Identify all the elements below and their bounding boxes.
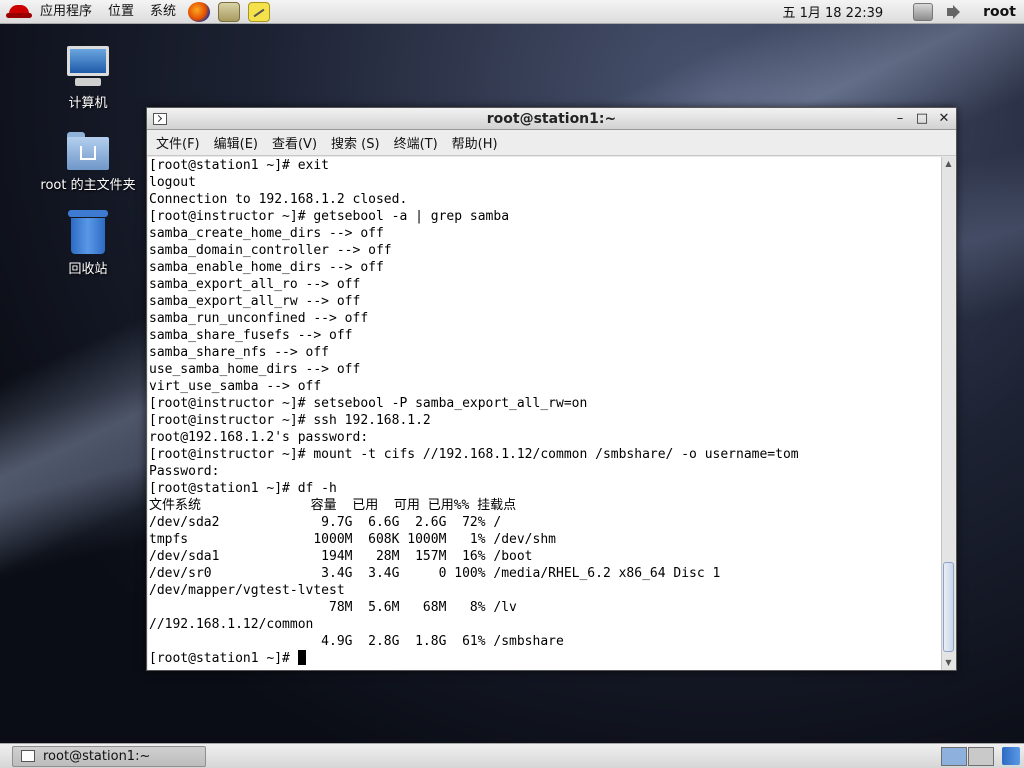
terminal-line: 文件系统 容量 已用 可用 已用%% 挂载点 [149, 498, 517, 513]
workspace-1[interactable] [941, 746, 967, 766]
clock[interactable]: 五 1月 18 22:39 [782, 2, 883, 21]
taskbar-item-label: root@station1:~ [43, 748, 151, 764]
window-title: root@station1:~ [486, 110, 617, 127]
terminal-line: samba_share_nfs --> off [149, 345, 330, 360]
terminal-line: [root@instructor ~]# setsebool -P samba_… [149, 396, 588, 411]
terminal-menubar: 文件(F) 编辑(E) 查看(V) 搜索 (S) 终端(T) 帮助(H) [147, 130, 956, 156]
volume-icon[interactable] [945, 3, 965, 21]
maximize-button[interactable]: □ [914, 111, 930, 127]
terminal-line: root@192.168.1.2's password: [149, 430, 369, 445]
terminal-line: [root@instructor ~]# getsebool -a | grep… [149, 209, 510, 224]
scroll-thumb[interactable] [943, 562, 954, 652]
redhat-logo-icon[interactable] [6, 2, 32, 22]
terminal-window[interactable]: root@station1:~ – □ ✕ 文件(F) 编辑(E) 查看(V) … [146, 107, 957, 671]
top-panel: 应用程序 位置 系统 五 1月 18 22:39 root [0, 0, 1024, 24]
terminal-icon [21, 750, 35, 762]
close-button[interactable]: ✕ [936, 111, 952, 127]
terminal-line: //192.168.1.12/common [149, 617, 314, 632]
terminal-line: samba_share_fusefs --> off [149, 328, 353, 343]
desktop-icon-label: 计算机 [68, 96, 108, 111]
network-icon[interactable] [913, 2, 934, 21]
terminal-line: Password: [149, 464, 220, 479]
terminal-line: [root@station1 ~]# df -h [149, 481, 337, 496]
menu-applications[interactable]: 应用程序 [32, 0, 100, 24]
terminal-line: Connection to 192.168.1.2 closed. [149, 192, 408, 207]
taskbar-item-terminal[interactable]: root@station1:~ [12, 745, 206, 767]
bottom-panel: root@station1:~ [0, 743, 1024, 768]
workspace-switcher[interactable] [940, 746, 1020, 766]
scroll-down-icon[interactable]: ▼ [942, 656, 955, 670]
menu-system[interactable]: 系统 [142, 0, 184, 24]
terminal-line: samba_create_home_dirs --> off [149, 226, 384, 241]
terminal-line: samba_export_all_ro --> off [149, 277, 361, 292]
home-folder-icon [67, 132, 109, 170]
terminal-line: logout [149, 175, 196, 190]
menu-edit[interactable]: 编辑(E) [207, 133, 265, 152]
trash-applet-icon[interactable] [1002, 747, 1020, 765]
window-titlebar[interactable]: root@station1:~ – □ ✕ [147, 108, 956, 130]
computer-icon [65, 46, 111, 88]
terminal-prompt-line[interactable]: [root@station1 ~]# [149, 650, 943, 667]
terminal-output[interactable]: [root@station1 ~]# exit logout Connection … [148, 157, 943, 670]
terminal-line: [root@instructor ~]# ssh 192.168.1.2 [149, 413, 431, 428]
scroll-up-icon[interactable]: ▲ [942, 157, 955, 171]
desktop-icon-home-folder[interactable]: root 的主文件夹 [33, 132, 143, 193]
menu-terminal[interactable]: 终端(T) [387, 133, 445, 152]
minimize-button[interactable]: – [892, 111, 908, 127]
terminal-line: /dev/sda2 9.7G 6.6G 2.6G 72% / [149, 515, 502, 530]
terminal-line: samba_enable_home_dirs --> off [149, 260, 384, 275]
text-cursor [297, 650, 306, 665]
terminal-line: 4.9G 2.8G 1.8G 61% /smbshare [149, 634, 564, 649]
desktop-icon-trash[interactable]: 回收站 [33, 210, 143, 277]
firefox-icon[interactable] [188, 1, 211, 22]
terminal-line: /dev/mapper/vgtest-lvtest [149, 583, 345, 598]
terminal-line: use_samba_home_dirs --> off [149, 362, 361, 377]
terminal-line: samba_domain_controller --> off [149, 243, 392, 258]
user-menu[interactable]: root [983, 4, 1016, 20]
menu-view[interactable]: 查看(V) [265, 133, 324, 152]
terminal-icon[interactable] [153, 112, 167, 125]
vertical-scrollbar[interactable]: ▲ ▼ [941, 157, 955, 670]
terminal-line: 78M 5.6M 68M 8% /lv [149, 600, 517, 615]
desktop-icon-label: 回收站 [68, 262, 108, 277]
menu-help[interactable]: 帮助(H) [445, 133, 505, 152]
terminal-prompt: [root@station1 ~]# [149, 651, 298, 666]
terminal-line: [root@instructor ~]# mount -t cifs //192… [149, 447, 799, 462]
terminal-line: [root@station1 ~]# exit [149, 158, 330, 173]
workspace-2[interactable] [968, 746, 994, 766]
menu-places[interactable]: 位置 [100, 0, 142, 24]
mail-icon[interactable] [218, 1, 241, 22]
terminal-line: virt_use_samba --> off [149, 379, 322, 394]
terminal-line: samba_run_unconfined --> off [149, 311, 369, 326]
menu-search[interactable]: 搜索 (S) [324, 133, 387, 152]
terminal-line: /dev/sr0 3.4G 3.4G 0 100% /media/RHEL_6.… [149, 566, 721, 581]
desktop-icon-computer[interactable]: 计算机 [33, 46, 143, 111]
text-editor-icon[interactable] [248, 1, 271, 22]
terminal-line: /dev/sda1 194M 28M 157M 16% /boot [149, 549, 533, 564]
terminal-line: tmpfs 1000M 608K 1000M 1% /dev/shm [149, 532, 556, 547]
desktop-icon-label: root 的主文件夹 [40, 178, 136, 193]
menu-file[interactable]: 文件(F) [149, 133, 207, 152]
trash-icon [68, 210, 108, 254]
terminal-line: samba_export_all_rw --> off [149, 294, 361, 309]
